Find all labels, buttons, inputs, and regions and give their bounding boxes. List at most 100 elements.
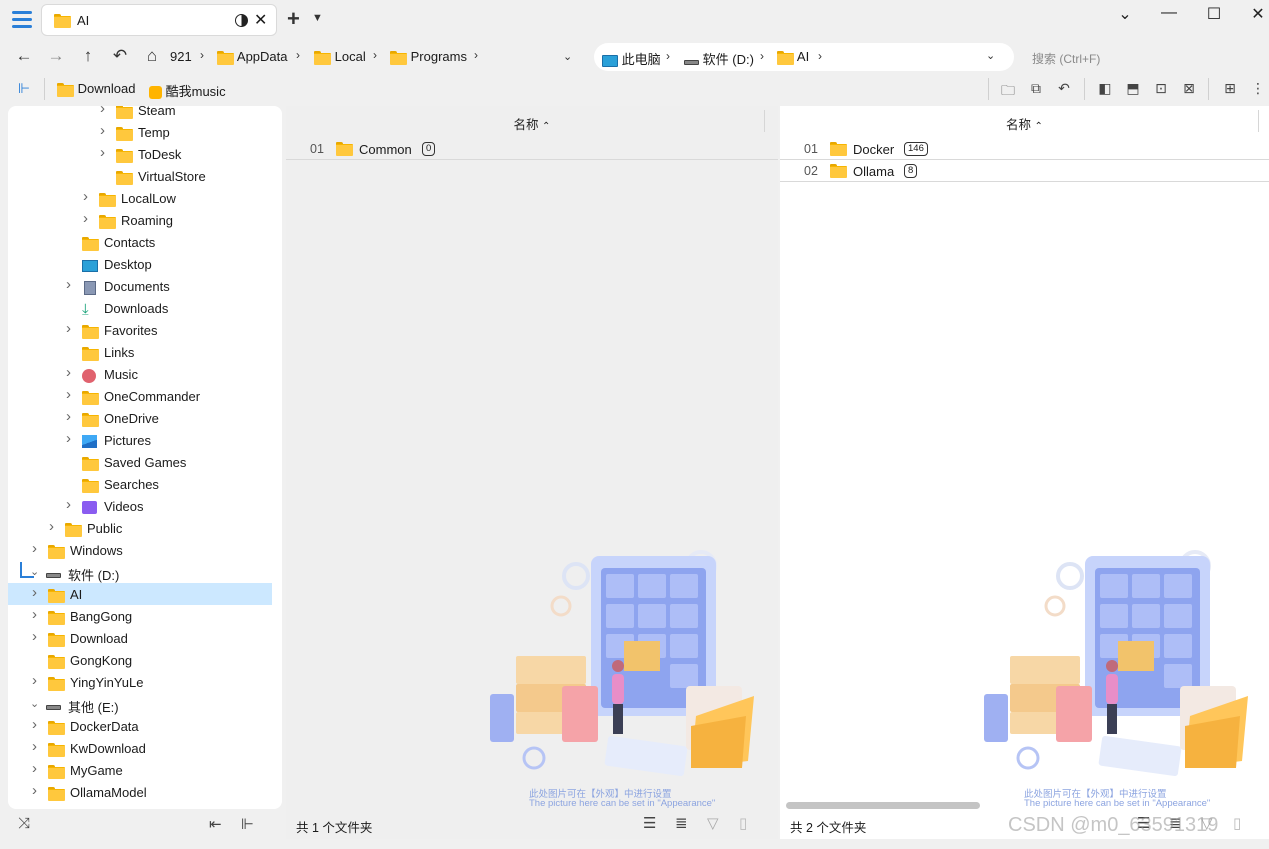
file-row[interactable]: 01 Common 0 xyxy=(286,138,778,160)
chevron-right-icon[interactable]: › xyxy=(83,188,88,205)
close-tab-icon[interactable]: ✕ xyxy=(254,10,267,30)
terminal-icon[interactable]: ⊡ xyxy=(1152,80,1170,98)
chevron-right-icon[interactable]: › xyxy=(760,49,764,63)
filter-icon[interactable]: ▽ xyxy=(707,814,719,832)
chevron-right-icon[interactable]: › xyxy=(32,738,37,755)
tree-item[interactable]: › Windows xyxy=(8,539,272,561)
search-input[interactable]: 搜索 (Ctrl+F) xyxy=(1020,43,1260,71)
chevron-right-icon[interactable]: › xyxy=(32,672,37,689)
address-bar[interactable]: 此电脑 › 软件 (D:) › AI › ⌄ xyxy=(594,43,1014,71)
chevron-right-icon[interactable]: › xyxy=(32,584,37,601)
tree-toggle-icon[interactable]: ⊩ xyxy=(15,80,33,98)
address-segment-this-pc[interactable]: 此电脑 xyxy=(602,49,661,68)
tree-item[interactable]: › AI xyxy=(8,583,272,605)
chevron-right-icon[interactable]: › xyxy=(296,48,300,62)
column-divider[interactable] xyxy=(1258,110,1259,132)
chevron-right-icon[interactable]: › xyxy=(100,144,105,161)
chevron-right-icon[interactable]: › xyxy=(818,49,822,63)
tree-item[interactable]: › YingYinYuLe xyxy=(8,671,272,693)
horizontal-scrollbar[interactable] xyxy=(786,802,980,809)
theme-toggle-icon[interactable] xyxy=(235,14,248,27)
tree-item[interactable]: › Steam xyxy=(8,106,272,121)
chevron-right-icon[interactable]: › xyxy=(49,518,54,535)
list-view-icon[interactable]: ☰ xyxy=(643,814,656,832)
tree-item[interactable]: › Music xyxy=(8,363,272,385)
chevron-right-icon[interactable]: › xyxy=(66,386,71,403)
up-arrow-icon[interactable]: ↑ xyxy=(76,46,100,66)
tree-item[interactable]: › Videos xyxy=(8,495,272,517)
chevron-right-icon[interactable]: › xyxy=(32,716,37,733)
chevron-right-icon[interactable]: › xyxy=(32,628,37,645)
column-header-name[interactable]: 名称 ⌃ xyxy=(780,106,1269,136)
column-divider[interactable] xyxy=(764,110,765,132)
chevron-right-icon[interactable]: › xyxy=(666,49,670,63)
indent-icon[interactable]: ⇤ xyxy=(209,815,222,833)
address-segment-ai[interactable]: AI xyxy=(777,49,809,66)
collapse-chevron-icon[interactable]: ⌄ xyxy=(1110,4,1140,24)
split-horizontal-icon[interactable]: ⬒ xyxy=(1124,80,1142,98)
chevron-right-icon[interactable]: › xyxy=(32,540,37,557)
chevron-right-icon[interactable]: › xyxy=(66,408,71,425)
tree-view-icon[interactable]: ⊩ xyxy=(241,815,254,833)
tree-item[interactable]: ⌄ 软件 (D:) xyxy=(8,561,272,583)
tree-item[interactable]: › Temp xyxy=(8,121,272,143)
bookmark-download[interactable]: Download xyxy=(57,81,135,98)
tree-item[interactable]: › KwDownload xyxy=(8,737,272,759)
tree-item[interactable]: Contacts xyxy=(8,231,272,253)
chevron-right-icon[interactable]: › xyxy=(32,782,37,799)
address-dropdown-icon[interactable]: ⌄ xyxy=(986,49,995,62)
breadcrumb-item[interactable]: 921 xyxy=(170,49,192,64)
file-row[interactable]: 01 Docker 146 xyxy=(780,138,1269,160)
chevron-right-icon[interactable]: › xyxy=(200,48,204,62)
tree-item[interactable]: › BangGong xyxy=(8,605,272,627)
split-vertical-icon[interactable]: ◧ xyxy=(1096,80,1114,98)
details-view-icon[interactable]: ≣ xyxy=(675,814,688,832)
tree-item[interactable]: › OllamaModel xyxy=(8,781,272,803)
chevron-right-icon[interactable]: › xyxy=(66,320,71,337)
tree-item[interactable]: Desktop xyxy=(8,253,272,275)
tree-item[interactable]: ⤓ Downloads xyxy=(8,297,272,319)
chevron-right-icon[interactable]: › xyxy=(32,606,37,623)
tree-item[interactable]: › DockerData xyxy=(8,715,272,737)
file-pane-right[interactable]: 名称 ⌃ 01 Docker 146 02 Ollama 8 此处图片可在【外观】中进行设… xyxy=(780,106,1269,839)
chevron-right-icon[interactable]: › xyxy=(100,122,105,139)
tree-item[interactable]: › Public xyxy=(8,517,272,539)
tab-list-chevron-icon[interactable]: ▼ xyxy=(312,12,323,24)
forward-arrow-icon[interactable]: → xyxy=(44,46,68,66)
breadcrumb-item[interactable]: Local xyxy=(314,49,366,66)
layout-grid-icon[interactable]: ⊞ xyxy=(1221,80,1239,98)
address-segment-drive-d[interactable]: 软件 (D:) xyxy=(684,49,754,68)
tree-item[interactable]: › OneCommander xyxy=(8,385,272,407)
breadcrumb-item[interactable]: Programs xyxy=(390,49,467,66)
new-tab-button[interactable]: + xyxy=(287,6,300,32)
chevron-right-icon[interactable]: › xyxy=(66,364,71,381)
tree-item[interactable]: › Documents xyxy=(8,275,272,297)
undo-action-icon[interactable]: ↶ xyxy=(1055,80,1073,98)
maximize-button[interactable]: ☐ xyxy=(1199,4,1229,24)
tree-item[interactable]: › ToDesk xyxy=(8,143,272,165)
tree-item[interactable]: Saved Games xyxy=(8,451,272,473)
back-arrow-icon[interactable]: ← xyxy=(12,46,36,66)
tree-item[interactable]: › LocalLow xyxy=(8,187,272,209)
chevron-right-icon[interactable]: › xyxy=(32,760,37,777)
chevron-right-icon[interactable]: › xyxy=(83,210,88,227)
tree-item[interactable]: VirtualStore xyxy=(8,165,272,187)
copy-path-icon[interactable]: ⧉ xyxy=(1027,80,1045,98)
chevron-right-icon[interactable]: › xyxy=(66,430,71,447)
tree-item[interactable]: ⌄ 其他 (E:) xyxy=(8,693,272,715)
hamburger-menu-icon[interactable] xyxy=(10,8,34,32)
close-window-button[interactable]: ✕ xyxy=(1243,4,1269,24)
preview-icon[interactable]: ▯ xyxy=(739,814,747,832)
breadcrumb-item[interactable]: AppData xyxy=(217,49,288,66)
close-pane-icon[interactable]: ⊠ xyxy=(1180,80,1198,98)
chevron-right-icon[interactable]: › xyxy=(66,276,71,293)
chevron-down-icon[interactable]: ⌄ xyxy=(30,565,39,578)
bookmark-kuwo-music[interactable]: 酷我music xyxy=(149,81,226,100)
file-row[interactable]: 02 Ollama 8 xyxy=(780,160,1269,182)
undo-icon[interactable]: ↶ xyxy=(108,46,132,66)
preview-icon[interactable]: ▯ xyxy=(1233,814,1241,832)
column-header-name[interactable]: 名称 ⌃ xyxy=(286,106,778,136)
new-folder-icon[interactable]: 🗀 xyxy=(999,80,1017,98)
tree-item[interactable]: › Roaming xyxy=(8,209,272,231)
collapse-all-icon[interactable]: ⤨ xyxy=(18,815,30,832)
